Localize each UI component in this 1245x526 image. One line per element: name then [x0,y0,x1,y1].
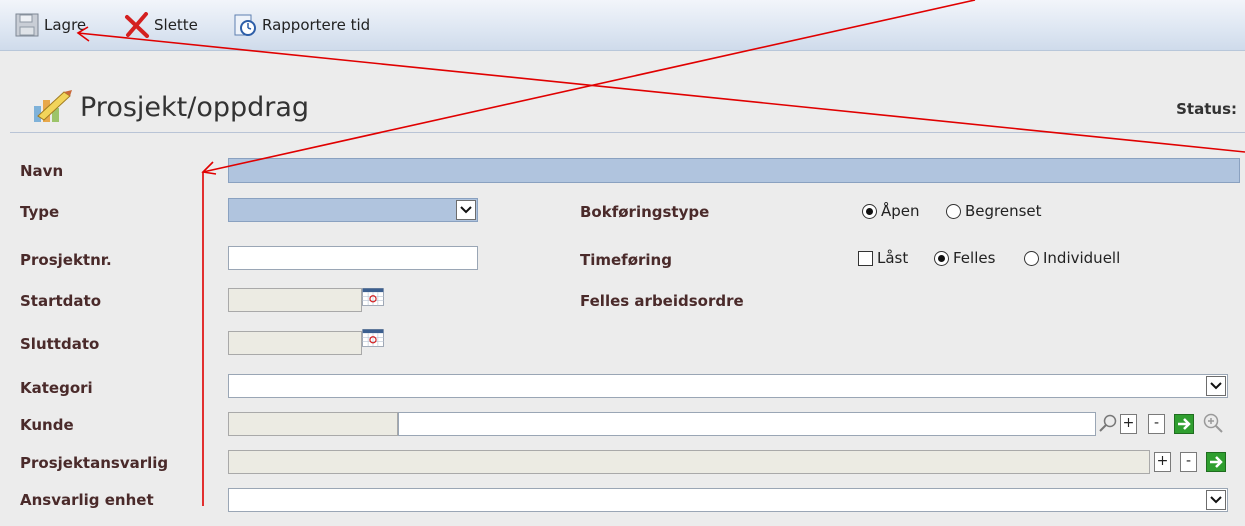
time-entry-individual-option[interactable]: Individuell [1024,249,1120,267]
project-manager-remove-button[interactable]: - [1180,452,1197,472]
header-divider [10,132,1245,133]
booking-type-open-option[interactable]: Åpen [862,202,920,220]
project-manager-label: Prosjektansvarlig [20,454,169,472]
floppy-disk-icon [15,13,39,37]
responsible-unit-label: Ansvarlig enhet [20,491,154,509]
end-date-label: Sluttdato [20,335,100,353]
time-entry-shared-option[interactable]: Felles [934,249,995,267]
name-label: Navn [20,162,64,180]
save-label: Lagre [44,16,87,34]
report-time-label: Rapportere tid [262,16,371,34]
delete-label: Slette [154,16,198,34]
calendar-icon[interactable] [362,285,384,309]
customer-remove-button[interactable]: - [1148,414,1165,434]
project-manager-add-button[interactable]: + [1154,452,1171,472]
shared-work-order-label: Felles arbeidsordre [580,292,744,310]
customer-code-input[interactable] [228,412,398,436]
time-entry-shared-label: Felles [953,249,996,267]
search-icon[interactable] [1098,413,1118,433]
red-x-icon [125,12,149,38]
radio-selected[interactable] [862,203,877,219]
name-input[interactable] [228,158,1240,183]
type-select[interactable] [228,198,478,222]
chevron-down-icon [1210,496,1222,504]
arrow-go-icon[interactable] [1206,452,1226,472]
stopwatch-report-icon [234,14,256,36]
time-entry-individual-label: Individuell [1043,249,1121,267]
category-label: Kategori [20,379,93,397]
customer-add-button[interactable]: + [1120,414,1137,434]
chevron-down-icon [460,206,472,214]
project-number-input[interactable] [228,246,478,270]
chart-pencil-icon [34,90,72,122]
booking-type-restricted-option[interactable]: Begrenset [946,202,1042,220]
category-dropdown-button[interactable] [1206,376,1226,396]
end-date-input[interactable] [228,331,362,355]
chevron-down-icon [1210,382,1222,390]
radio-unselected[interactable] [1024,250,1039,266]
category-select[interactable] [228,374,1228,398]
booking-type-label: Bokføringstype [580,203,710,221]
booking-type-restricted-label: Begrenset [965,202,1042,220]
type-label: Type [20,203,60,221]
zoom-in-icon[interactable] [1202,412,1224,434]
save-button[interactable]: Lagre [14,8,86,42]
customer-name-input[interactable] [398,412,1096,436]
report-time-button[interactable]: Rapportere tid [232,8,370,42]
time-entry-locked-option[interactable]: Låst [858,249,908,267]
delete-button[interactable]: Slette [124,8,198,42]
toolbar: Lagre Slette Rapportere tid [0,0,1245,51]
locked-checkbox[interactable] [858,250,873,266]
calendar-icon[interactable] [362,326,384,350]
time-entry-label: Timeføring [580,251,672,269]
radio-selected[interactable] [934,250,949,266]
page-title: Prosjekt/oppdrag [80,92,310,123]
responsible-unit-dropdown-button[interactable] [1206,490,1226,510]
arrow-go-icon[interactable] [1174,414,1194,434]
project-manager-input[interactable] [228,450,1150,474]
annotation-arrowhead [201,161,217,175]
responsible-unit-select[interactable] [228,488,1228,512]
type-dropdown-button[interactable] [456,200,476,220]
time-entry-locked-label: Låst [877,249,909,267]
booking-type-open-label: Åpen [881,202,920,220]
start-date-input[interactable] [228,288,362,312]
radio-unselected[interactable] [946,203,961,219]
status-label: Status: [1176,100,1237,118]
customer-label: Kunde [20,416,74,434]
project-number-label: Prosjektnr. [20,251,112,269]
start-date-label: Startdato [20,292,101,310]
